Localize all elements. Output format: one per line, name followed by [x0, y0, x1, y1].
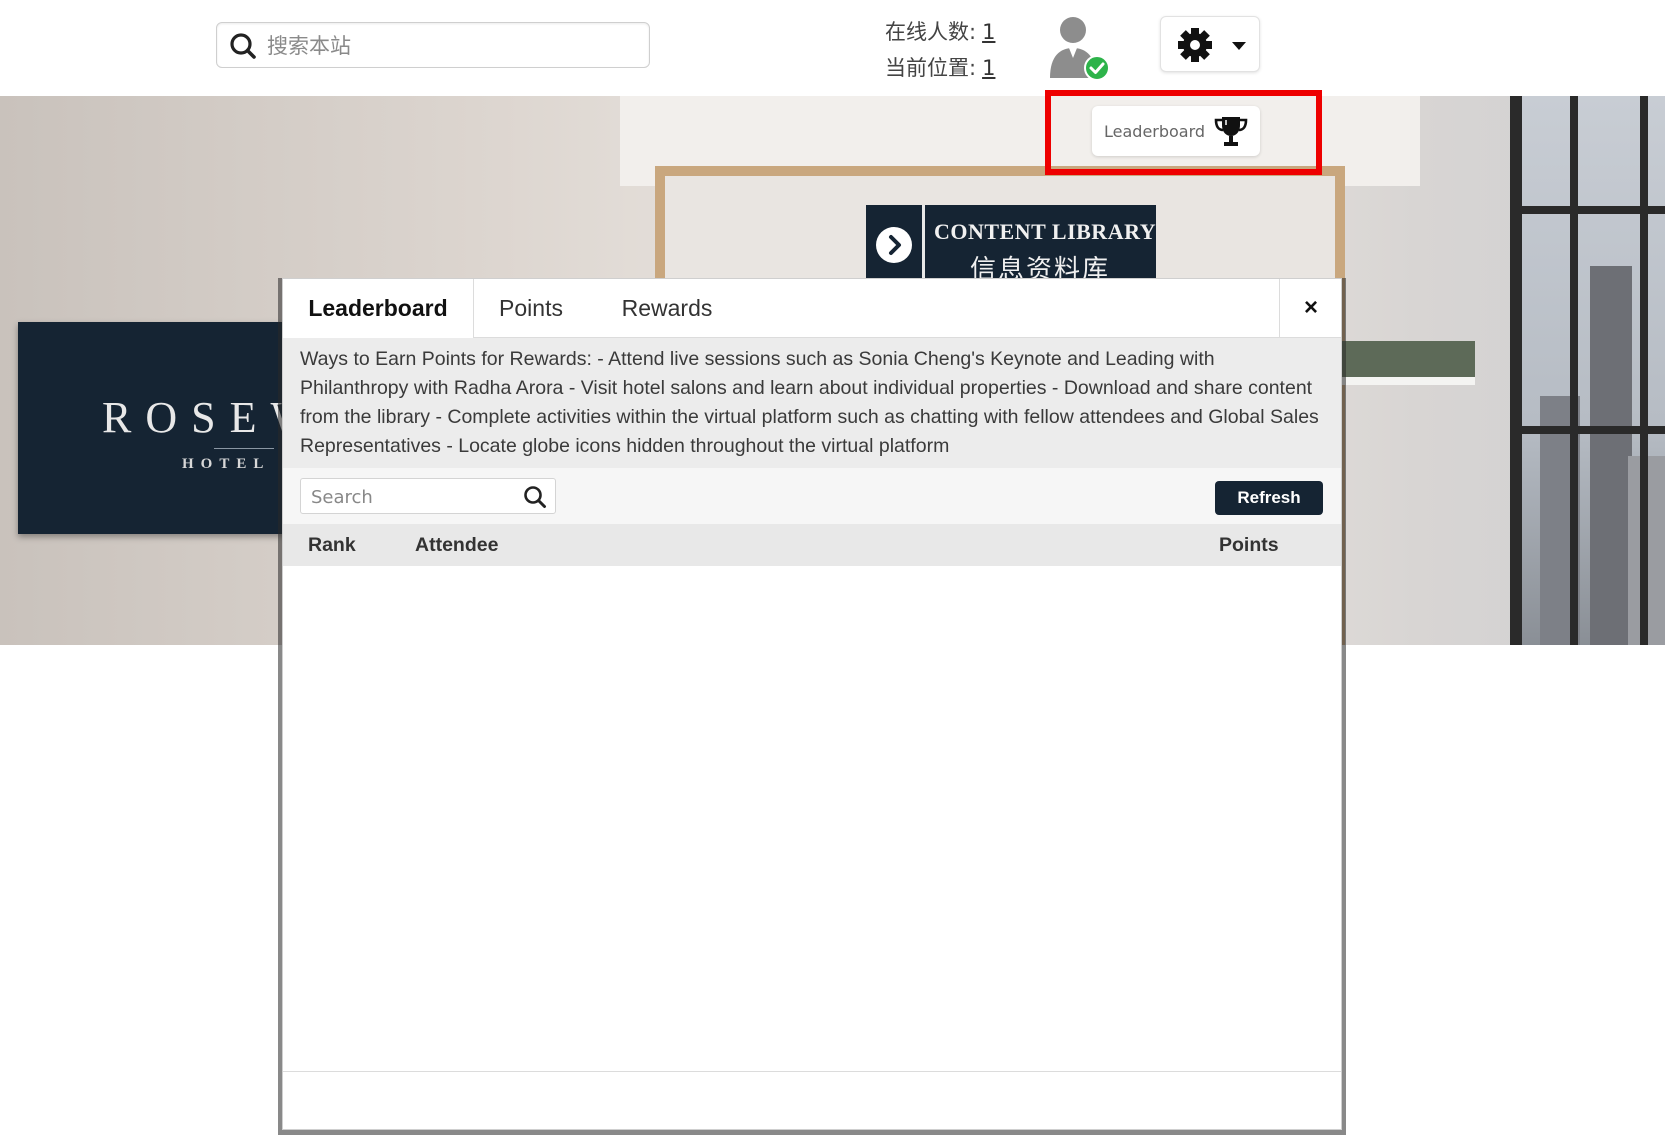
highlight-annotation-box: [1045, 90, 1322, 175]
settings-menu-button[interactable]: [1160, 16, 1260, 72]
current-location-label: 当前位置:: [885, 56, 977, 80]
window-transom: [1510, 206, 1665, 214]
arrow-right-icon: [876, 227, 912, 263]
online-users-label: 在线人数:: [885, 20, 977, 44]
window-mullion: [1510, 96, 1522, 645]
tab-points[interactable]: Points: [473, 279, 589, 337]
scene-window: [1510, 96, 1665, 645]
leaderboard-search-box[interactable]: [300, 478, 556, 514]
gear-icon: [1178, 28, 1212, 62]
column-header-points[interactable]: Points: [1219, 524, 1279, 566]
content-library-sign[interactable]: CONTENT LIBRARY 信息资料库: [866, 205, 1156, 289]
modal-tab-bar: Leaderboard Points Rewards ×: [283, 279, 1341, 338]
refresh-button[interactable]: Refresh: [1215, 481, 1323, 515]
chevron-down-icon: [1232, 42, 1246, 50]
current-location-count[interactable]: 1: [982, 50, 995, 86]
content-library-arrow-cell: [866, 205, 925, 289]
content-library-title-en: CONTENT LIBRARY: [934, 219, 1157, 244]
leaderboard-table-body: [283, 566, 1341, 1072]
window-mullion: [1570, 96, 1578, 645]
brand-divider: [214, 448, 274, 449]
search-icon[interactable]: [523, 485, 547, 509]
tab-rewards[interactable]: Rewards: [589, 279, 745, 337]
window-transom: [1510, 426, 1665, 434]
online-stats: 在线人数: 1 当前位置: 1: [885, 14, 995, 86]
online-users-count[interactable]: 1: [982, 14, 995, 50]
leaderboard-toolbar: Refresh: [283, 468, 1341, 525]
earn-points-info: Ways to Earn Points for Rewards: - Atten…: [283, 338, 1341, 468]
tab-leaderboard[interactable]: Leaderboard: [283, 279, 474, 338]
close-button[interactable]: ×: [1279, 279, 1342, 337]
rosewood-hotel-sign[interactable]: ROSEW HOTEL: [18, 322, 318, 534]
window-mullion: [1640, 96, 1648, 645]
site-search-box[interactable]: [216, 22, 650, 68]
scene-skyscraper: [1590, 266, 1632, 645]
search-icon: [230, 33, 256, 59]
column-header-rank[interactable]: Rank: [308, 524, 356, 566]
leaderboard-search-input[interactable]: [309, 483, 513, 511]
close-icon: ×: [1303, 294, 1318, 321]
hotel-brand-subtext: HOTEL: [182, 456, 271, 472]
user-avatar[interactable]: [1040, 12, 1112, 84]
site-search-input[interactable]: [265, 29, 639, 63]
leaderboard-table-header: Rank Attendee Points: [283, 524, 1341, 566]
scene-shelf: [1340, 341, 1475, 385]
column-header-attendee[interactable]: Attendee: [415, 524, 498, 566]
earn-points-text: Ways to Earn Points for Rewards: - Atten…: [300, 348, 1319, 457]
leaderboard-modal: Leaderboard Points Rewards × Ways to Ear…: [282, 278, 1342, 1130]
top-bar: 在线人数: 1 当前位置: 1: [0, 0, 1665, 96]
